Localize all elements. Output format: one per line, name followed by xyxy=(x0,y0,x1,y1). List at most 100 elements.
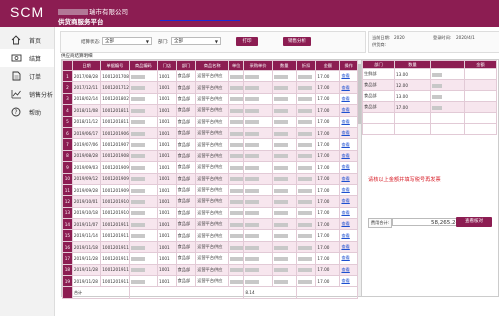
sidebar-item-help[interactable]: ? 帮助 xyxy=(0,103,54,121)
product-code-cell xyxy=(128,138,159,151)
sidebar-item-settlement[interactable]: 结算 xyxy=(0,49,54,67)
confirm-button[interactable]: 查看核对 xyxy=(456,217,492,227)
redacted-value xyxy=(297,108,312,113)
summary-header-row: 部门 数量 金额 xyxy=(362,60,497,69)
view-link[interactable]: 查看 xyxy=(339,126,358,140)
redacted-value xyxy=(230,177,243,182)
discount-cell xyxy=(295,115,317,128)
view-link[interactable]: 查看 xyxy=(339,195,358,208)
view-link[interactable]: 查看 xyxy=(339,252,358,265)
redacted-value xyxy=(130,188,145,193)
product-code-cell xyxy=(128,206,159,220)
store-cell: 1001 xyxy=(157,115,177,128)
redacted-value xyxy=(245,97,260,102)
empty-cell xyxy=(362,112,395,124)
qty-cell xyxy=(271,149,297,163)
store-cell: 1001 xyxy=(157,81,177,94)
date-cell: 2019/11/28 xyxy=(71,275,102,288)
sidebar-item-label: 销售分析 xyxy=(29,91,54,99)
view-link[interactable]: 查看 xyxy=(339,240,358,254)
dept-cell: 食品部 xyxy=(175,183,197,197)
discount-cell xyxy=(295,195,317,208)
amount-cell: 17.00 xyxy=(315,92,341,106)
view-link[interactable]: 查看 xyxy=(339,138,358,151)
dept-cell: 食品部 xyxy=(175,138,197,151)
sidebar-item-orders[interactable]: 订单 xyxy=(0,67,54,85)
dept-select[interactable]: 全部 ▼ xyxy=(171,37,221,45)
price-cell xyxy=(243,172,273,185)
unit-cell xyxy=(228,240,245,254)
price-cell xyxy=(243,206,273,220)
view-link[interactable]: 查看 xyxy=(339,275,358,288)
redacted-value xyxy=(273,188,288,193)
product-name-cell: 运营平台供应 xyxy=(195,138,230,151)
redacted-value xyxy=(245,268,260,273)
table-row: 32018/02/1410012018021401 1001食品部运营平台供应 17… xyxy=(62,92,358,106)
table-row: 72019/07/0610012019070601 1001食品部运营平台供应 17… xyxy=(62,138,358,151)
view-link[interactable]: 查看 xyxy=(339,183,358,197)
redacted-value xyxy=(245,165,260,170)
product-code-cell xyxy=(128,218,159,231)
sidebar-item-sales-analysis[interactable]: 销售分析 xyxy=(0,85,54,103)
view-link[interactable]: 查看 xyxy=(339,206,358,220)
view-link[interactable]: 查看 xyxy=(339,115,358,128)
redacted-value xyxy=(130,245,145,250)
col-header: 折扣 xyxy=(295,60,317,71)
redacted-value xyxy=(245,245,260,250)
qty-cell xyxy=(271,206,297,220)
product-code-cell xyxy=(128,263,159,277)
dept-cell: 食品部 xyxy=(175,161,197,174)
redacted-value xyxy=(230,211,243,216)
view-link[interactable]: 查看 xyxy=(339,69,358,83)
chevron-down-icon: ▼ xyxy=(145,39,149,44)
sidebar-item-home[interactable]: 首页 xyxy=(0,31,54,49)
amount-cell: 17.00 xyxy=(315,126,341,140)
chart-icon xyxy=(9,88,23,100)
view-link[interactable]: 查看 xyxy=(339,104,358,117)
row-number: 12 xyxy=(62,195,73,208)
product-name-cell: 运营平台供应 xyxy=(195,92,230,106)
redacted-value xyxy=(273,279,288,284)
qty-cell xyxy=(271,275,297,288)
sidebar: 首页 结算 订单 销售分析 ? 帮助 xyxy=(0,27,55,316)
redacted-value xyxy=(130,154,145,159)
redacted-value xyxy=(273,222,288,227)
dept-cell: 食品部 xyxy=(175,240,197,254)
redacted-cell xyxy=(430,90,465,102)
row-number: 17 xyxy=(62,252,73,265)
summary-row: 食品部 12.00 xyxy=(362,79,497,91)
amount-cell: 17.00 xyxy=(315,149,341,163)
qty-cell xyxy=(271,115,297,128)
dept-cell: 食品部 xyxy=(175,172,197,185)
view-link[interactable]: 查看 xyxy=(339,218,358,231)
redacted-value xyxy=(230,165,243,170)
view-link[interactable]: 查看 xyxy=(339,263,358,277)
col-header: 商品名称 xyxy=(195,60,230,71)
row-number: 14 xyxy=(62,218,73,231)
col-header: 商品编码 xyxy=(128,60,159,71)
doc-number-cell: 10012018110801 xyxy=(100,104,130,117)
settle-status-select[interactable]: 全部 ▼ xyxy=(102,37,152,45)
qty-cell xyxy=(271,263,297,277)
date-cell: 2019/11/28 xyxy=(71,252,102,265)
store-cell: 1001 xyxy=(157,172,177,185)
view-link[interactable]: 查看 xyxy=(339,149,358,163)
store-cell: 1001 xyxy=(157,275,177,288)
store-cell: 1001 xyxy=(157,183,177,197)
company-name-text: 瑞市有限公司 xyxy=(89,8,128,16)
qty-cell xyxy=(271,69,297,83)
discount-cell xyxy=(295,218,317,231)
view-link[interactable]: 查看 xyxy=(339,172,358,185)
redacted-value xyxy=(297,279,312,284)
date-cell: 2018/11/12 xyxy=(71,115,102,128)
redacted-value xyxy=(230,279,243,284)
view-link[interactable]: 查看 xyxy=(339,229,358,242)
table-row: 182019/11/2810012019112802 1001食品部运营平台供应 1… xyxy=(62,263,358,277)
view-link[interactable]: 查看 xyxy=(339,81,358,94)
view-link[interactable]: 查看 xyxy=(339,161,358,174)
empty-cell xyxy=(430,123,465,135)
sales-analysis-button[interactable]: 销售分析 xyxy=(283,37,311,46)
print-button[interactable]: 打印 xyxy=(236,37,258,46)
qty-cell xyxy=(271,195,297,208)
view-link[interactable]: 查看 xyxy=(339,92,358,106)
